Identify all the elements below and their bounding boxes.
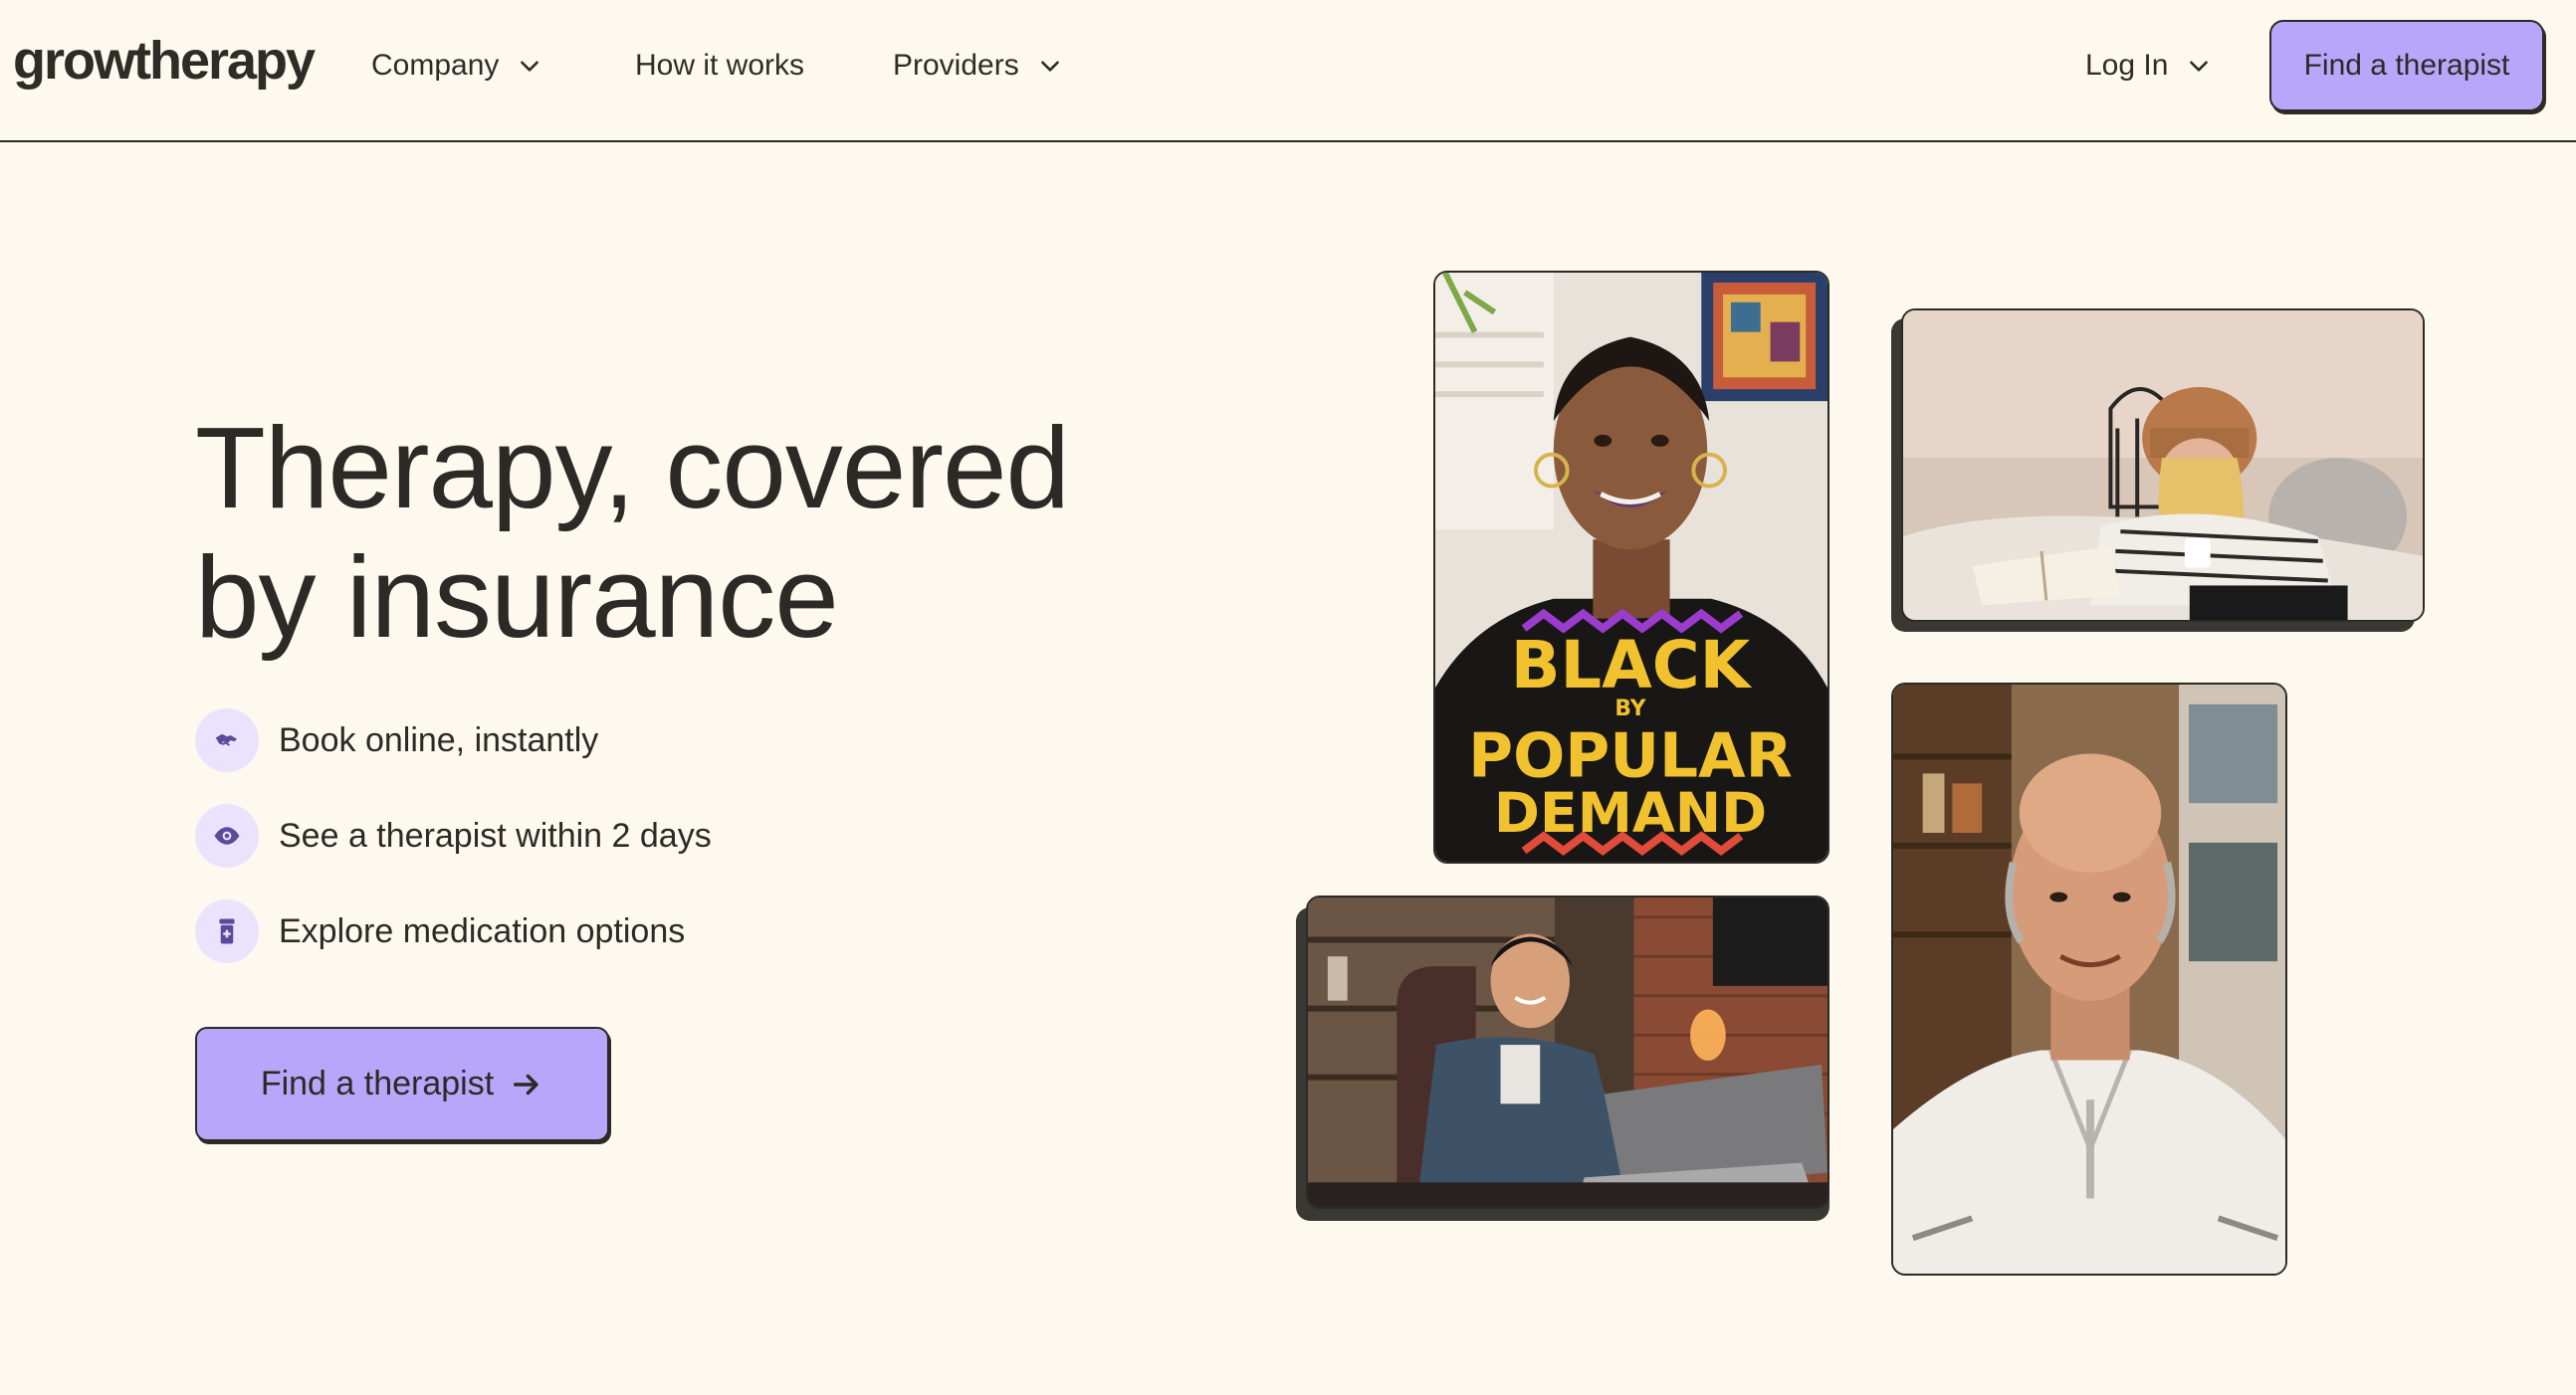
- nav-providers[interactable]: Providers: [893, 46, 1063, 86]
- photo-woman-smiling: BLACK BY POPULAR DEMAND: [1433, 271, 1829, 864]
- nav-login[interactable]: Log In: [2085, 46, 2212, 86]
- shirt-text-line1: BLACK: [1511, 628, 1753, 703]
- nav-company-label: Company: [371, 49, 500, 82]
- shirt-text-line2: BY: [1614, 697, 1645, 721]
- nav-company[interactable]: Company: [371, 46, 542, 86]
- find-therapist-hero-label: Find a therapist: [260, 1065, 495, 1102]
- photo-older-man: [1891, 683, 2287, 1276]
- hero-headline: Therapy, covered by insurance: [195, 403, 1290, 662]
- feature-book-online: Book online, instantly: [195, 708, 598, 772]
- logo[interactable]: growtherapy: [13, 30, 316, 92]
- nav-login-label: Log In: [2085, 49, 2169, 82]
- chevron-down-icon: [1040, 61, 1059, 72]
- photo-woman-writing: [1901, 308, 2425, 622]
- feature-medication: Explore medication options: [195, 899, 685, 963]
- nav-how-it-works[interactable]: How it works: [635, 46, 804, 86]
- chevron-down-icon: [2190, 61, 2209, 72]
- arrow-right-icon: [514, 1074, 538, 1095]
- nav-providers-label: Providers: [893, 49, 1019, 82]
- feature-label: See a therapist within 2 days: [279, 816, 712, 855]
- hero-headline-line2: by insurance: [195, 532, 839, 662]
- shirt-text-line4: DEMAND: [1494, 781, 1767, 846]
- eye-icon: [195, 804, 259, 868]
- pill-bottle-icon: [195, 899, 259, 963]
- find-therapist-hero-button[interactable]: Find a therapist: [195, 1027, 609, 1141]
- photo-man-laptop: [1306, 896, 1829, 1209]
- find-therapist-header-button[interactable]: Find a therapist: [2269, 20, 2544, 111]
- nav-how-it-works-label: How it works: [635, 49, 805, 82]
- feature-label: Book online, instantly: [279, 720, 599, 759]
- hands-icon: [195, 708, 259, 772]
- hero-headline-line1: Therapy, covered: [195, 403, 1070, 532]
- chevron-down-icon: [521, 61, 539, 72]
- feature-see-therapist: See a therapist within 2 days: [195, 804, 712, 868]
- site-header: growtherapy Company How it works Provide…: [0, 0, 2576, 142]
- feature-label: Explore medication options: [279, 911, 686, 950]
